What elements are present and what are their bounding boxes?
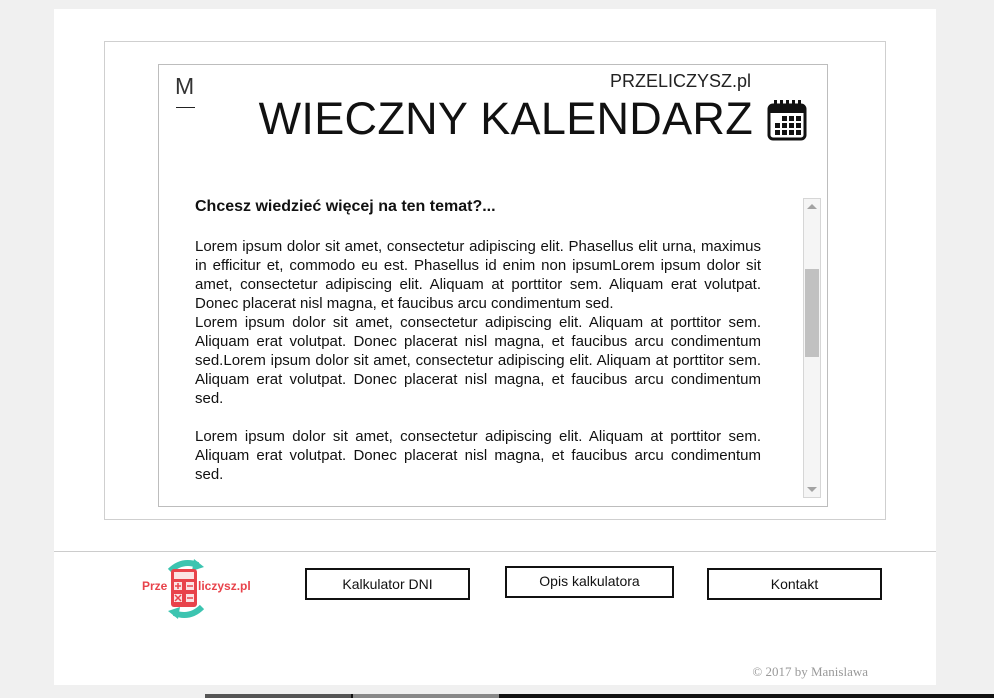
article-content: Chcesz wiedzieć więcej na ten temat?... … xyxy=(195,197,761,505)
logo-text-right: liczysz.pl xyxy=(198,579,251,593)
menu-toggle[interactable]: M xyxy=(175,73,194,100)
logo-text-left: Prze xyxy=(142,579,168,593)
copyright: © 2017 by Manislawa xyxy=(752,664,868,679)
content-scrollbar[interactable] xyxy=(803,198,821,498)
nav-button-kalkulator-dni[interactable]: Kalkulator DNI xyxy=(305,568,470,600)
scroll-up-icon[interactable] xyxy=(804,199,820,213)
page: M PRZELICZYSZ.pl WIECZNY KALENDARZ Chces… xyxy=(54,9,936,685)
page-title: WIECZNY KALENDARZ xyxy=(258,93,753,144)
article-paragraph: Lorem ipsum dolor sit amet, consectetur … xyxy=(195,238,761,312)
scrollbar-thumb[interactable] xyxy=(805,269,819,357)
calendar-icon xyxy=(767,99,807,141)
menu-underline xyxy=(176,107,195,108)
nav-button-kontakt[interactable]: Kontakt xyxy=(707,568,882,600)
footer-divider xyxy=(54,551,936,552)
calculator-card: M PRZELICZYSZ.pl WIECZNY KALENDARZ Chces… xyxy=(158,64,828,507)
outer-frame: M PRZELICZYSZ.pl WIECZNY KALENDARZ Chces… xyxy=(104,41,886,520)
site-logo[interactable]: Prze liczysz.pl xyxy=(142,557,251,619)
nav-button-opis-kalkulatora[interactable]: Opis kalkulatora xyxy=(505,566,674,598)
brand-name: PRZELICZYSZ.pl xyxy=(609,71,751,91)
article-heading: Chcesz wiedzieć więcej na ten temat?... xyxy=(195,198,496,215)
article-paragraph: Lorem ipsum dolor sit amet, consectetur … xyxy=(195,314,761,407)
scroll-down-icon[interactable] xyxy=(804,483,820,497)
article-paragraph: Lorem ipsum dolor sit amet, consectetur … xyxy=(195,428,761,483)
bottom-strip xyxy=(205,694,994,698)
